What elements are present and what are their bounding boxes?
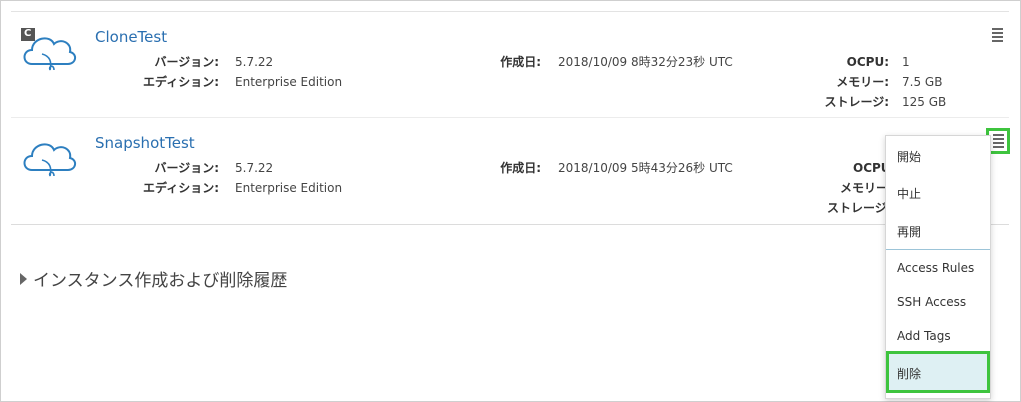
storage-value: 125 GB: [902, 95, 947, 109]
storage-label: ストレージ: [827, 201, 887, 215]
instance-row: SnapshotTest バージョン: 5.7.22 エディション: Enter…: [0, 124, 1021, 224]
hamburger-menu-icon[interactable]: [986, 128, 1010, 154]
mysql-cloud-icon: C: [20, 26, 78, 76]
menu-item-add-tags[interactable]: Add Tags: [886, 329, 990, 343]
history-title: インスタンス作成および削除履歴: [33, 271, 288, 291]
instance-row: C CloneTest バージョン: 5.7.22 エディション: Enterp…: [0, 18, 1021, 118]
section-divider: [11, 224, 1009, 225]
edition-value: Enterprise Edition: [235, 75, 343, 89]
history-toggle[interactable]: インスタンス作成および削除履歴: [20, 266, 287, 291]
version-label: バージョン:: [154, 161, 219, 175]
version-label: バージョン:: [154, 55, 219, 69]
version-value: 5.7.22: [235, 161, 274, 175]
version-value: 5.7.22: [235, 55, 274, 69]
instance-action-menu: 開始 中止 再開 Access Rules SSH Access Add Tag…: [885, 135, 991, 399]
instance-name-link[interactable]: CloneTest: [95, 28, 167, 46]
created-value: 2018/10/09 8時32分23秒 UTC: [558, 55, 733, 69]
created-label: 作成日:: [500, 161, 541, 175]
mysql-cloud-icon: [20, 132, 78, 182]
created-label: 作成日:: [500, 55, 541, 69]
created-value: 2018/10/09 5時43分26秒 UTC: [558, 161, 733, 175]
menu-item-delete-label: 削除: [897, 367, 922, 381]
instance-name-link[interactable]: SnapshotTest: [95, 134, 195, 152]
menu-separator: [886, 249, 990, 250]
edition-label: エディション:: [143, 181, 219, 195]
caret-right-icon: [20, 273, 27, 285]
menu-item-stop[interactable]: 中止: [886, 185, 990, 202]
ocpu-label: OCPU:: [846, 55, 889, 69]
clone-badge: C: [24, 28, 32, 39]
menu-item-restart[interactable]: 再開: [886, 223, 990, 240]
storage-label: ストレージ:: [824, 95, 889, 109]
row-divider: [11, 117, 1009, 118]
memory-label: メモリー: [840, 181, 889, 195]
edition-value: Enterprise Edition: [235, 181, 343, 195]
memory-label: メモリー:: [836, 75, 889, 89]
edition-label: エディション:: [143, 75, 219, 89]
menu-item-ssh-access[interactable]: SSH Access: [886, 295, 990, 309]
hamburger-menu-icon[interactable]: [989, 26, 1005, 44]
memory-value: 7.5 GB: [902, 75, 943, 89]
menu-item-access-rules[interactable]: Access Rules: [886, 261, 990, 275]
menu-item-start[interactable]: 開始: [886, 148, 990, 165]
top-divider: [11, 11, 1009, 12]
menu-item-delete[interactable]: 削除: [886, 351, 990, 393]
ocpu-value: 1: [902, 55, 910, 69]
